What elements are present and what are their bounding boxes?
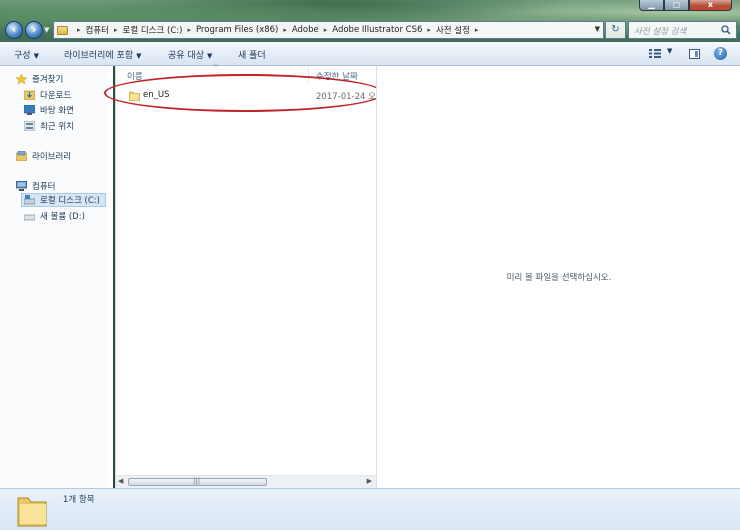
scroll-left-icon[interactable]: ◀	[118, 477, 123, 485]
nav-label: 바탕 화면	[40, 106, 74, 116]
breadcrumb-program-files[interactable]: Program Files (x86)	[196, 25, 278, 35]
chevron-down-icon: ▼	[33, 52, 39, 60]
search-input[interactable]: 사전 설정 검색	[628, 21, 737, 39]
breadcrumb-separator[interactable]: ▸	[114, 26, 118, 34]
nav-new-volume-d[interactable]: 새 볼륨 (D:)	[23, 209, 85, 223]
breadcrumb-adobe[interactable]: Adobe	[292, 25, 319, 35]
nav-label: 라이브러리	[32, 152, 72, 162]
arrow-right-icon: ›	[31, 23, 37, 36]
nav-label: 즐겨찾기	[32, 75, 64, 85]
recent-pages-button[interactable]: ▼	[44, 26, 49, 34]
breadcrumb-local-disk[interactable]: 로컬 디스크 (C:)	[123, 24, 183, 36]
breadcrumb-separator[interactable]: ▸	[77, 26, 81, 34]
horizontal-scrollbar[interactable]: ◀ ||| ▶	[116, 475, 376, 488]
column-divider[interactable]	[308, 68, 309, 83]
nav-label: 새 볼륨 (D:)	[40, 212, 85, 222]
details-pane: 1개 항목	[0, 488, 740, 530]
drive-icon	[23, 211, 36, 221]
column-name[interactable]: 이름	[127, 70, 143, 82]
sort-caret-icon: ^	[213, 64, 219, 72]
search-placeholder: 사전 설정 검색	[634, 27, 687, 37]
minimize-button[interactable]: ▁	[639, 0, 664, 11]
new-folder-label: 새 폴더	[238, 51, 266, 61]
recent-places-icon	[23, 120, 36, 132]
command-bar: 구성 ▼ 라이브러리에 포함 ▼ 공유 대상 ▼ 새 폴더 ▼ ?	[0, 42, 740, 66]
breadcrumb-separator[interactable]: ▸	[427, 26, 431, 34]
breadcrumb-illustrator[interactable]: Adobe Illustrator CS6	[332, 25, 422, 35]
folder-icon	[128, 90, 141, 104]
column-header: ^ 이름 수정한 날짜	[116, 64, 377, 85]
chevron-down-icon: ▼	[136, 52, 142, 60]
forward-button[interactable]: ›	[25, 21, 43, 39]
breadcrumb-presets[interactable]: 사전 설정	[436, 24, 470, 36]
nav-libraries[interactable]: 라이브러리	[15, 149, 72, 163]
preview-message: 미리 볼 파일을 선택하십시오.	[506, 273, 612, 283]
preview-pane: 미리 볼 파일을 선택하십시오.	[376, 66, 740, 488]
column-date-modified[interactable]: 수정한 날짜	[316, 70, 358, 82]
library-icon	[15, 150, 28, 162]
nav-label: 최근 위치	[40, 122, 74, 132]
chevron-down-icon: ▼	[44, 26, 50, 34]
back-button[interactable]: ‹	[5, 21, 23, 39]
include-in-library-label: 라이브러리에 포함	[64, 51, 134, 61]
nav-label: 컴퓨터	[32, 182, 56, 192]
item-count: 1개 항목	[63, 495, 95, 505]
chevron-down-icon[interactable]: ▼	[595, 25, 600, 33]
grip-icon: |||	[193, 477, 201, 485]
arrow-left-icon: ‹	[11, 23, 17, 36]
downloads-folder-icon	[23, 90, 36, 101]
drive-icon	[23, 195, 36, 205]
nav-local-disk-c[interactable]: 로컬 디스크 (C:)	[21, 193, 106, 207]
computer-icon	[15, 180, 28, 191]
nav-recent-places[interactable]: 최근 위치	[23, 119, 74, 133]
nav-computer[interactable]: 컴퓨터	[15, 179, 56, 193]
nav-favorites[interactable]: 즐겨찾기	[15, 72, 64, 86]
caption-buttons: ▁ ▢ x	[639, 0, 732, 11]
scrollbar-thumb[interactable]: |||	[128, 477, 267, 486]
chevron-down-icon: ▼	[206, 52, 213, 60]
nav-label: 다운로드	[40, 91, 72, 101]
new-folder-button[interactable]: 새 폴더	[238, 48, 266, 61]
file-name: en_US	[143, 90, 170, 100]
view-options-icon[interactable]	[649, 49, 661, 61]
desktop-icon	[23, 104, 36, 115]
nav-desktop[interactable]: 바탕 화면	[23, 103, 74, 117]
breadcrumb-separator[interactable]: ▸	[324, 26, 328, 34]
search-icon[interactable]	[721, 25, 731, 38]
star-icon	[15, 73, 28, 85]
address-bar[interactable]: ▸ 컴퓨터 ▸ 로컬 디스크 (C:) ▸ Program Files (x86…	[53, 21, 604, 39]
nav-downloads[interactable]: 다운로드	[23, 88, 72, 102]
refresh-icon: ↻	[611, 24, 620, 35]
file-date: 2017-01-24 오	[316, 92, 376, 102]
file-list: ^ 이름 수정한 날짜 en_US 2017-01-24 오 ◀ ||| ▶	[115, 64, 377, 488]
navigation-pane: 즐겨찾기 다운로드 바탕 화면 최근 위치 라이브러리 컴퓨터 로컬 디스크 (…	[0, 66, 113, 488]
organize-label: 구성	[14, 51, 31, 61]
folder-icon	[16, 492, 48, 530]
organize-button[interactable]: 구성 ▼	[14, 48, 39, 61]
refresh-button[interactable]: ↻	[605, 21, 626, 39]
chevron-down-icon[interactable]: ▼	[667, 47, 672, 55]
preview-pane-toggle-icon[interactable]	[689, 49, 700, 59]
share-with-button[interactable]: 공유 대상 ▼	[168, 48, 212, 61]
scroll-right-icon[interactable]: ▶	[367, 477, 372, 485]
include-in-library-button[interactable]: 라이브러리에 포함 ▼	[64, 48, 142, 61]
file-row[interactable]: en_US 2017-01-24 오	[126, 88, 376, 103]
folder-icon	[57, 25, 68, 35]
breadcrumb-separator[interactable]: ▸	[283, 26, 287, 34]
close-button[interactable]: x	[689, 0, 732, 11]
help-icon[interactable]: ?	[714, 47, 727, 60]
maximize-button[interactable]: ▢	[664, 0, 689, 11]
breadcrumb-computer[interactable]: 컴퓨터	[86, 24, 109, 36]
nav-label: 로컬 디스크 (C:)	[40, 196, 100, 206]
breadcrumb-separator[interactable]: ▸	[187, 26, 191, 34]
share-with-label: 공유 대상	[168, 51, 204, 61]
breadcrumb-separator[interactable]: ▸	[475, 26, 479, 34]
